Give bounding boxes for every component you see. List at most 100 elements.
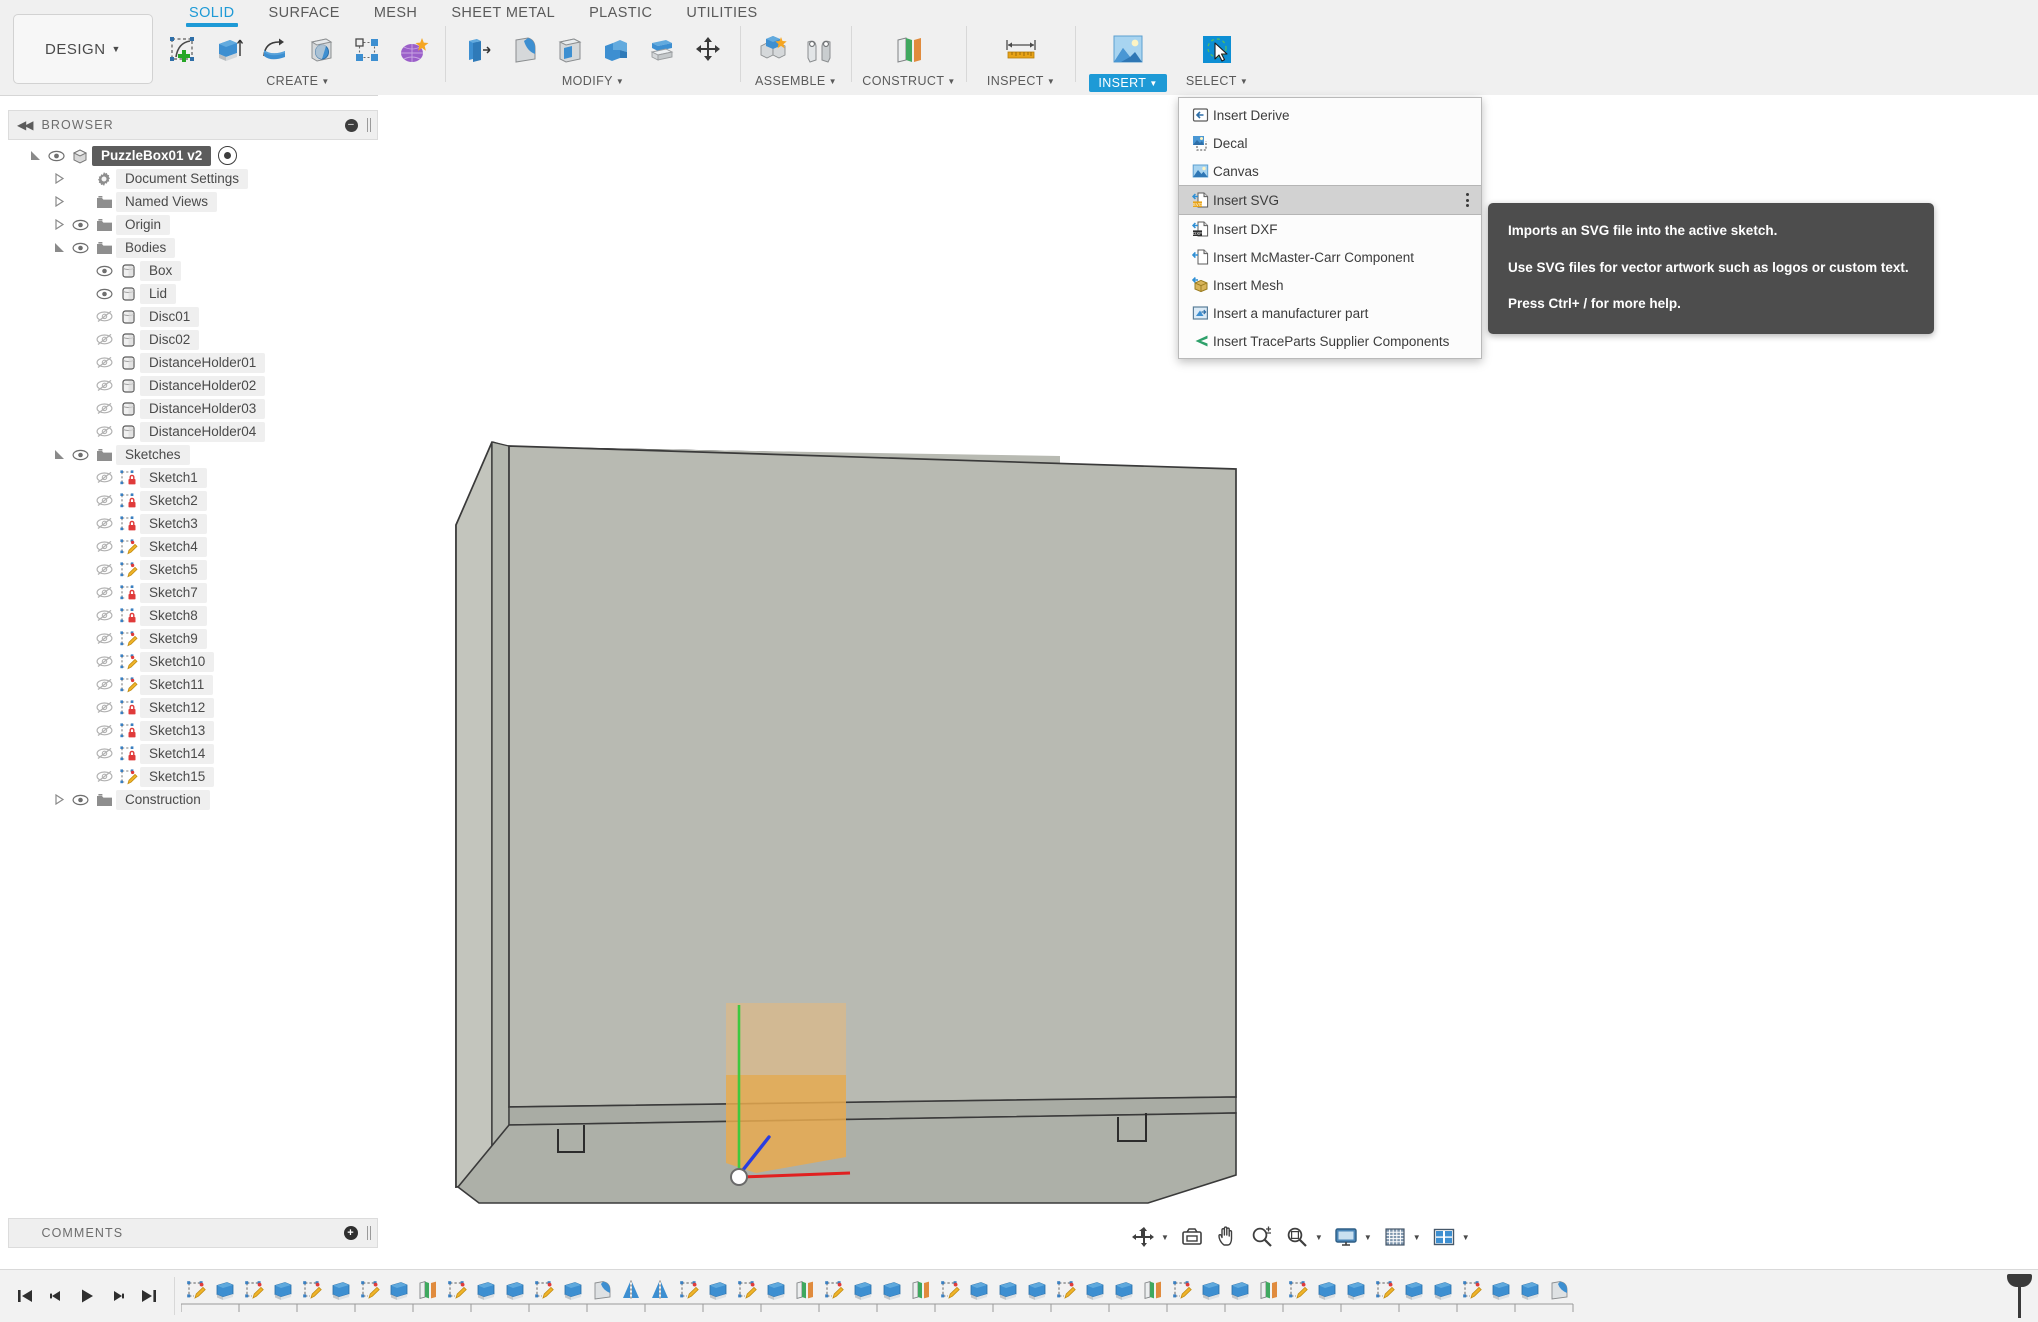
resize-grip[interactable]	[367, 118, 371, 132]
display-settings-icon[interactable]	[1331, 1223, 1361, 1251]
visibility-eye-icon[interactable]	[92, 632, 116, 645]
timeline-feature[interactable]	[1457, 1275, 1486, 1305]
form-icon[interactable]	[390, 26, 436, 74]
visibility-eye-icon[interactable]	[92, 517, 116, 530]
chevron-down-icon[interactable]: ▼	[1413, 1233, 1421, 1242]
timeline-feature[interactable]	[268, 1275, 297, 1305]
tree-item[interactable]: Sketch12	[8, 696, 378, 719]
timeline-feature[interactable]	[210, 1275, 239, 1305]
visibility-eye-icon[interactable]	[92, 724, 116, 737]
timeline-feature[interactable]	[558, 1275, 587, 1305]
tree-item[interactable]: Sketch5	[8, 558, 378, 581]
tree-item[interactable]: DistanceHolder03	[8, 397, 378, 420]
visibility-eye-icon[interactable]	[92, 609, 116, 622]
pattern-icon[interactable]	[344, 26, 390, 74]
chevron-down-icon[interactable]: ▼	[1161, 1233, 1169, 1242]
orbit-icon[interactable]	[1128, 1223, 1158, 1251]
select-cursor-icon[interactable]	[1194, 26, 1240, 74]
pan-icon[interactable]	[1212, 1223, 1242, 1251]
tab-sheet-metal[interactable]: SHEET METAL	[434, 0, 572, 21]
fillet-icon[interactable]	[501, 26, 547, 74]
tree-item[interactable]: Sketch8	[8, 604, 378, 627]
visibility-eye-icon[interactable]	[92, 310, 116, 323]
timeline-features[interactable]	[181, 1272, 2038, 1321]
timeline-feature[interactable]	[384, 1275, 413, 1305]
ribbon-group-label[interactable]: SELECT ▼	[1186, 74, 1248, 88]
zoom-icon[interactable]	[1247, 1223, 1277, 1251]
timeline-feature[interactable]	[1428, 1275, 1457, 1305]
resize-grip[interactable]	[367, 1226, 371, 1240]
joint-icon[interactable]	[796, 26, 842, 74]
expanded-arrow-icon[interactable]	[26, 150, 44, 161]
tree-item[interactable]: Sketch1	[8, 466, 378, 489]
timeline-feature[interactable]	[1312, 1275, 1341, 1305]
timeline-feature[interactable]	[1080, 1275, 1109, 1305]
ribbon-group-label[interactable]: INSERT ▼	[1089, 74, 1167, 92]
timeline-feature[interactable]	[1196, 1275, 1225, 1305]
timeline-feature[interactable]	[732, 1275, 761, 1305]
timeline-feature[interactable]	[355, 1275, 384, 1305]
measure-icon[interactable]	[998, 26, 1044, 74]
tree-item[interactable]: Sketch13	[8, 719, 378, 742]
insert-menu-item[interactable]: Insert a manufacturer part	[1179, 299, 1481, 327]
grid-snaps-icon[interactable]	[1380, 1223, 1410, 1251]
tree-item[interactable]: Box	[8, 259, 378, 282]
insert-menu-item[interactable]: Decal	[1179, 129, 1481, 157]
minimize-icon[interactable]: –	[345, 118, 358, 132]
timeline-feature[interactable]	[1370, 1275, 1399, 1305]
tree-item[interactable]: Document Settings	[8, 167, 378, 190]
move-copy-icon[interactable]	[685, 26, 731, 74]
visibility-eye-icon[interactable]	[92, 701, 116, 714]
add-comment-icon[interactable]: +	[344, 1226, 358, 1240]
visibility-eye-icon[interactable]	[92, 747, 116, 760]
timeline-feature[interactable]	[848, 1275, 877, 1305]
tab-plastic[interactable]: PLASTIC	[572, 0, 669, 21]
tree-item[interactable]: Sketch15	[8, 765, 378, 788]
timeline-feature[interactable]	[1138, 1275, 1167, 1305]
tree-item[interactable]: Disc01	[8, 305, 378, 328]
visibility-eye-icon[interactable]	[68, 242, 92, 254]
insert-menu-item[interactable]: DXF Insert DXF	[1179, 215, 1481, 243]
tree-item[interactable]: Sketches	[8, 443, 378, 466]
visibility-eye-icon[interactable]	[92, 540, 116, 553]
timeline-feature[interactable]	[819, 1275, 848, 1305]
tree-item[interactable]: Bodies	[8, 236, 378, 259]
step-forward-icon[interactable]	[107, 1283, 129, 1309]
timeline-feature[interactable]	[1283, 1275, 1312, 1305]
ribbon-group-label[interactable]: MODIFY ▼	[562, 74, 624, 88]
visibility-eye-icon[interactable]	[92, 678, 116, 691]
ribbon-group-label[interactable]: INSPECT ▼	[987, 74, 1055, 88]
insert-image-icon[interactable]	[1105, 26, 1151, 74]
chevron-down-icon[interactable]: ▼	[1462, 1233, 1470, 1242]
visibility-eye-icon[interactable]	[68, 794, 92, 806]
insert-menu-item[interactable]: Canvas	[1179, 157, 1481, 185]
timeline-feature[interactable]	[1254, 1275, 1283, 1305]
tree-item[interactable]: Sketch3	[8, 512, 378, 535]
tree-item[interactable]: Sketch14	[8, 742, 378, 765]
timeline-feature[interactable]	[674, 1275, 703, 1305]
timeline-feature[interactable]	[1515, 1275, 1544, 1305]
tree-item[interactable]: Sketch10	[8, 650, 378, 673]
timeline-feature[interactable]	[1225, 1275, 1254, 1305]
timeline-feature[interactable]	[1544, 1275, 1573, 1305]
extrude-icon[interactable]	[206, 26, 252, 74]
more-options-icon[interactable]	[1466, 193, 1469, 207]
timeline-feature[interactable]	[471, 1275, 500, 1305]
insert-menu-item[interactable]: Insert Mesh	[1179, 271, 1481, 299]
visibility-eye-icon[interactable]	[92, 586, 116, 599]
tree-item[interactable]: Origin	[8, 213, 378, 236]
tree-item[interactable]: DistanceHolder04	[8, 420, 378, 443]
timeline-feature[interactable]	[964, 1275, 993, 1305]
insert-menu-item[interactable]: Insert Derive	[1179, 101, 1481, 129]
viewports-icon[interactable]	[1429, 1223, 1459, 1251]
visibility-eye-icon[interactable]	[92, 379, 116, 392]
tree-item[interactable]: DistanceHolder01	[8, 351, 378, 374]
collapsed-arrow-icon[interactable]	[50, 173, 68, 184]
timeline-feature[interactable]	[297, 1275, 326, 1305]
visibility-eye-icon[interactable]	[92, 471, 116, 484]
chevron-down-icon[interactable]: ▼	[1315, 1233, 1323, 1242]
timeline-feature[interactable]	[529, 1275, 558, 1305]
play-icon[interactable]	[76, 1283, 98, 1309]
timeline-marker[interactable]	[2007, 1273, 2032, 1318]
ribbon-group-label[interactable]: CREATE ▼	[266, 74, 330, 88]
